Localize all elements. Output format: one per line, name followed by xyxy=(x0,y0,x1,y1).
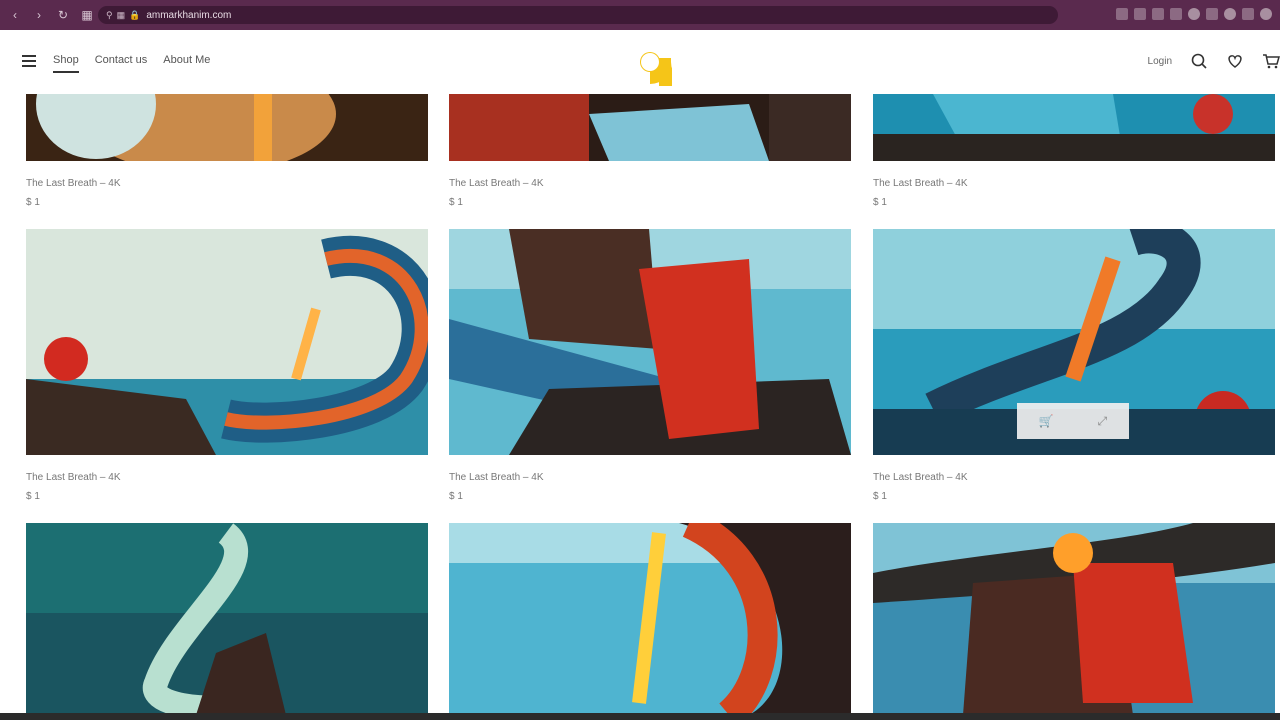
search-icon[interactable] xyxy=(1190,52,1208,70)
taskbar xyxy=(0,713,1280,720)
search-icon: ⚲ xyxy=(106,9,113,20)
reload-icon[interactable]: ↻ xyxy=(54,6,72,24)
logo[interactable] xyxy=(624,36,676,88)
product-title[interactable]: The Last Breath – 4K xyxy=(449,472,851,483)
lock-icon: 🔒 xyxy=(129,9,141,20)
main-nav: Shop Contact us About Me xyxy=(53,54,210,73)
product-image[interactable] xyxy=(26,523,428,720)
extension-icon[interactable] xyxy=(1152,8,1164,20)
quick-actions: 🛒 ⤢ xyxy=(1017,403,1129,439)
product-image[interactable] xyxy=(449,229,851,455)
extension-icon[interactable] xyxy=(1206,8,1218,20)
product-title[interactable]: The Last Breath – 4K xyxy=(26,472,428,483)
browser-toolbar: ‹ › ↻ ▦ ⚲ ▦ 🔒 ammarkhanim.com xyxy=(0,0,1280,30)
extension-icon[interactable] xyxy=(1170,8,1182,20)
product-price: $ 1 xyxy=(26,197,40,208)
product-card[interactable]: The Last Breath – 4K $ 1 xyxy=(449,229,851,502)
product-price: $ 1 xyxy=(873,491,887,502)
product-card[interactable] xyxy=(449,509,851,720)
nav-about[interactable]: About Me xyxy=(163,54,210,66)
extension-icon[interactable] xyxy=(1116,8,1128,20)
login-link[interactable]: Login xyxy=(1148,56,1172,67)
tabs-icon[interactable]: ▦ xyxy=(78,6,96,24)
menu-icon[interactable] xyxy=(22,55,36,67)
nav-shop[interactable]: Shop xyxy=(53,54,79,73)
add-to-cart-icon[interactable]: 🛒 xyxy=(1039,414,1054,428)
product-card[interactable]: 🛒 ⤢ The Last Breath – 4K $ 1 xyxy=(873,219,1275,502)
product-card[interactable]: The Last Breath – 4K $ 1 xyxy=(449,94,851,208)
product-card[interactable] xyxy=(26,523,428,720)
site-header: Shop Contact us About Me Login xyxy=(0,30,1280,94)
url-text: ammarkhanim.com xyxy=(146,9,232,21)
extension-icon[interactable] xyxy=(1134,8,1146,20)
product-price: $ 1 xyxy=(449,491,463,502)
product-image[interactable] xyxy=(449,94,851,161)
extension-icon[interactable] xyxy=(1224,8,1236,20)
profile-icon[interactable] xyxy=(1260,8,1272,20)
nav-contact[interactable]: Contact us xyxy=(95,54,148,66)
extension-icons xyxy=(1116,8,1272,20)
product-title[interactable]: The Last Breath – 4K xyxy=(449,178,851,189)
address-bar[interactable]: ⚲ ▦ 🔒 ammarkhanim.com xyxy=(98,6,1058,24)
product-grid: The Last Breath – 4K $ 1 The Last Breath… xyxy=(0,94,1280,720)
product-price: $ 1 xyxy=(873,197,887,208)
product-image[interactable] xyxy=(26,94,428,174)
product-card[interactable]: The Last Breath – 4K $ 1 xyxy=(873,94,1275,208)
product-image[interactable] xyxy=(873,523,1275,715)
cart-icon[interactable] xyxy=(1262,52,1280,70)
heart-icon[interactable] xyxy=(1226,52,1244,70)
product-title[interactable]: The Last Breath – 4K xyxy=(873,472,1275,483)
extension-icon[interactable] xyxy=(1242,8,1254,20)
product-image[interactable] xyxy=(873,94,1275,161)
product-price: $ 1 xyxy=(449,197,463,208)
product-card[interactable]: The Last Breath – 4K $ 1 xyxy=(26,94,428,208)
arrow-left-icon[interactable]: ‹ xyxy=(6,6,24,24)
arrow-right-icon[interactable]: › xyxy=(30,6,48,24)
product-card[interactable]: The Last Breath – 4K $ 1 xyxy=(26,229,442,502)
product-title[interactable]: The Last Breath – 4K xyxy=(873,178,1275,189)
header-actions: Login xyxy=(1148,52,1280,70)
product-card[interactable] xyxy=(873,523,1275,720)
product-image[interactable] xyxy=(26,229,442,455)
favorite-icon[interactable] xyxy=(1188,8,1200,20)
grid-icon: ▦ xyxy=(116,9,126,20)
product-image[interactable] xyxy=(449,509,851,720)
product-title[interactable]: The Last Breath – 4K xyxy=(26,178,428,189)
product-price: $ 1 xyxy=(26,491,40,502)
expand-icon[interactable]: ⤢ xyxy=(1098,414,1108,429)
